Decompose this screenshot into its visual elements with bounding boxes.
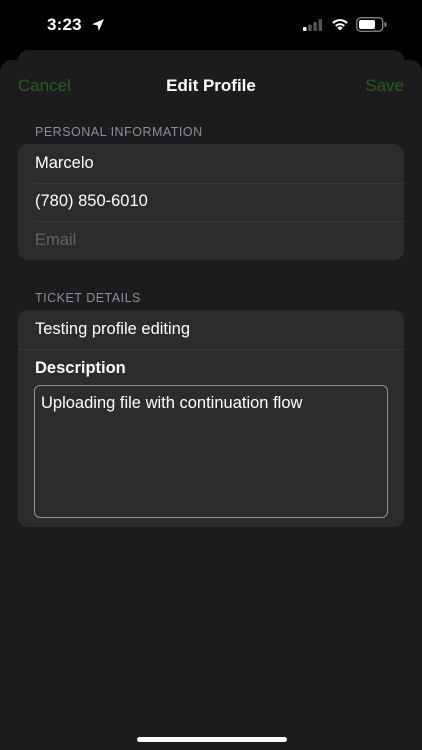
section-header-ticket: TICKET DETAILS bbox=[35, 291, 141, 305]
battery-icon bbox=[356, 17, 387, 32]
status-bar: 3:23 bbox=[0, 0, 422, 52]
description-textarea[interactable]: Uploading file with continuation flow bbox=[34, 385, 388, 518]
personal-info-group: Marcelo (780) 850-6010 Email bbox=[18, 144, 404, 260]
description-label: Description bbox=[18, 348, 404, 388]
home-indicator[interactable] bbox=[137, 737, 287, 742]
wifi-icon bbox=[332, 19, 348, 31]
save-button[interactable]: Save bbox=[365, 76, 404, 96]
status-time: 3:23 bbox=[47, 15, 82, 34]
name-field[interactable]: Marcelo bbox=[18, 144, 404, 183]
subject-field[interactable]: Testing profile editing bbox=[18, 310, 404, 349]
cellular-signal-icon bbox=[303, 19, 323, 31]
phone-field[interactable]: (780) 850-6010 bbox=[18, 182, 404, 222]
nav-bar: Cancel Edit Profile Save bbox=[0, 60, 422, 112]
location-arrow-icon bbox=[92, 19, 104, 31]
edit-profile-sheet: Cancel Edit Profile Save PERSONAL INFORM… bbox=[0, 60, 422, 750]
page-title: Edit Profile bbox=[166, 76, 256, 95]
section-header-personal: PERSONAL INFORMATION bbox=[35, 125, 203, 139]
email-field[interactable]: Email bbox=[18, 221, 404, 260]
screen: 3:23 Cancel Edit Profile Save PERSONAL I… bbox=[0, 0, 422, 750]
ticket-details-group: Testing profile editing Description Uplo… bbox=[18, 310, 404, 527]
